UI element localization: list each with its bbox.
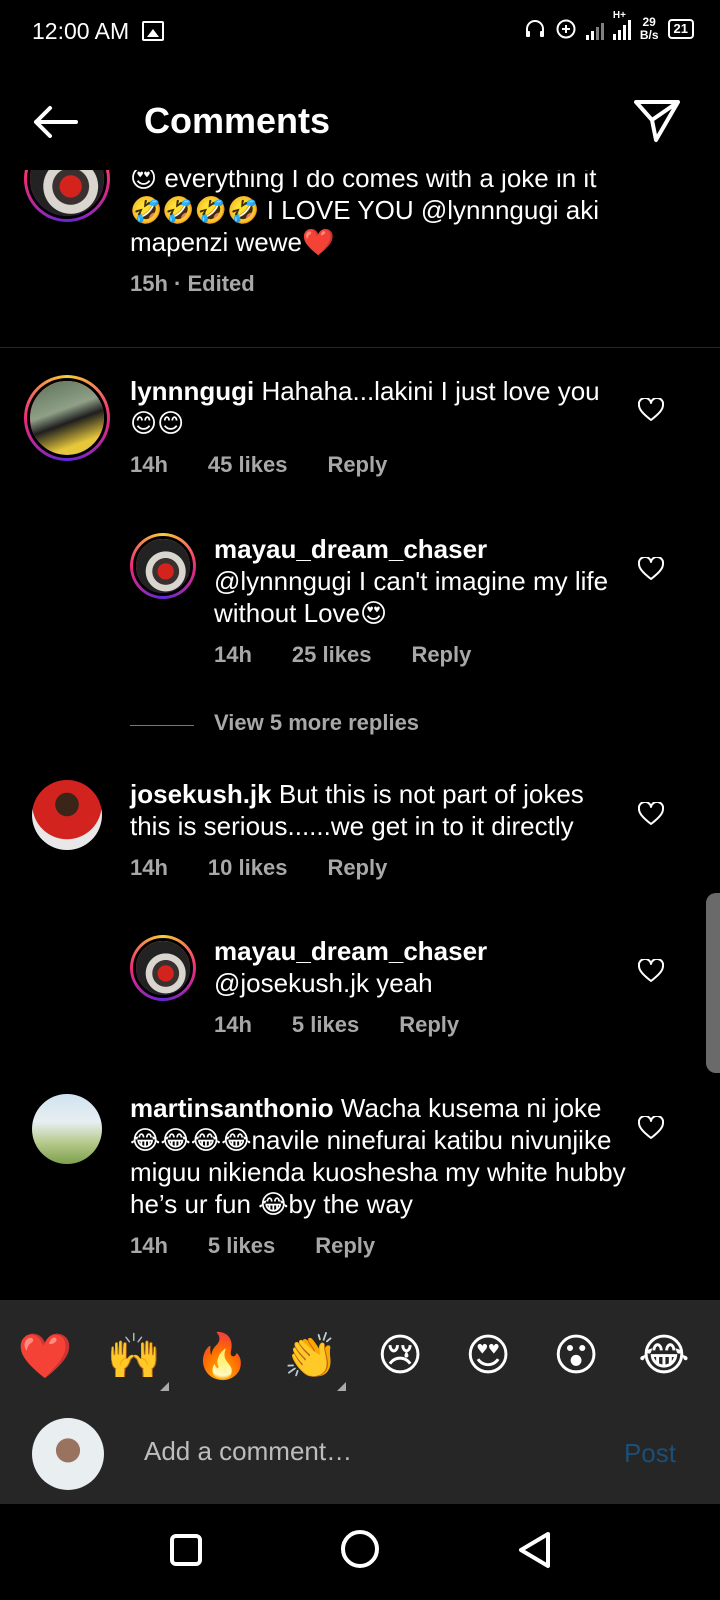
avatar[interactable] [130,533,196,599]
reply-button[interactable]: Reply [315,1230,375,1262]
avatar[interactable] [32,1094,102,1164]
back-triangle-icon[interactable] [516,1530,552,1570]
reaction-laughing[interactable]: 😂 [634,1330,694,1381]
comment-username[interactable]: mayau_dream_chaser [214,935,630,967]
comment-body: mayau_dream_chaser I love this journey 😍… [130,170,630,300]
status-icons: H+ 29 B/s 21 [524,10,694,42]
avatar[interactable] [130,935,196,1001]
comment-time: 15h [130,271,168,296]
comment-meta: 14h 25 likes Reply [214,639,630,671]
post-button[interactable]: Post [624,1438,676,1469]
comment-body: lynnngugi Hahaha...lakini I just love yo… [130,375,630,481]
thread-line [130,725,194,726]
headphones-icon [525,20,544,37]
gallery-notification-icon [142,21,164,41]
reaction-raising-hands[interactable]: 🙌 [104,1330,164,1382]
scrollbar[interactable] [706,893,720,1073]
reaction-heart-eyes[interactable]: 😍 [458,1330,518,1381]
comment-meta: 14h 5 likes Reply [214,1009,630,1041]
comment-meta: 15h · Edited [130,271,255,296]
share-send-icon[interactable] [632,94,682,144]
reaction-clapping[interactable]: 👏 [281,1330,341,1382]
reaction-heart[interactable]: ❤️ [15,1330,75,1382]
like-heart-icon[interactable] [637,957,665,983]
comment-username[interactable]: lynnngugi [130,376,254,406]
reply-button[interactable]: Reply [399,1009,459,1041]
comment-time: 14h [214,1012,252,1037]
comment-username[interactable]: mayau_dream_chaser [214,533,630,565]
page-title: Comments [144,100,331,141]
wifi-signal-icon [585,18,604,40]
reaction-fire[interactable]: 🔥 [192,1330,252,1382]
status-bar: 12:00 AM H+ 29 B/s 21 [0,0,720,64]
comment-text: @josekush.jk yeah [214,968,433,998]
comment-composer: Add a comment… Post [0,1410,720,1504]
comment-meta: 14h 5 likes Reply [130,1230,630,1262]
comment-input[interactable]: Add a comment… [144,1436,352,1467]
reply-button[interactable]: Reply [327,449,387,481]
reply-button[interactable]: Reply [327,852,387,884]
recent-apps-button[interactable] [170,1534,202,1566]
data-saver-icon [556,19,576,39]
like-heart-icon[interactable] [637,555,665,581]
comment-meta: 14h 10 likes Reply [130,852,630,884]
like-heart-icon[interactable] [637,396,665,422]
likes-count[interactable]: 25 likes [292,639,372,671]
comment-time: 14h [130,452,168,477]
likes-count[interactable]: 5 likes [208,1230,275,1262]
speed-unit: B/s [639,28,659,42]
system-navigation-bar [0,1504,720,1600]
comment-body: mayau_dream_chaser @lynnngugi I can't im… [214,533,630,671]
comments-header: Comments [0,70,720,170]
avatar[interactable] [24,170,110,222]
battery-icon: 21 [667,19,694,39]
skin-tone-indicator [337,1382,346,1391]
reaction-surprised[interactable]: 😮 [546,1330,606,1381]
comment-body: mayau_dream_chaser @josekush.jk yeah 14h… [214,935,630,1041]
reply-button[interactable]: Reply [411,639,471,671]
edited-label: Edited [187,271,255,296]
like-heart-icon[interactable] [637,1114,665,1140]
cell-signal-icon: H+ [612,10,631,40]
comment-text: @lynnngugi I can't imagine my life witho… [214,566,609,628]
comment-username[interactable]: josekush.jk [130,779,272,809]
status-time: 12:00 AM [32,18,130,44]
comment-list[interactable]: mayau_dream_chaser I love this journey 😍… [0,170,720,1300]
view-more-replies-label[interactable]: View 5 more replies [214,710,419,736]
network-speed: 29 B/s [640,16,659,42]
current-user-avatar [32,1418,104,1490]
divider [0,347,720,348]
comment-time: 14h [130,855,168,880]
network-type: H+ [612,10,626,21]
comment-text: I love this journey 😍 everything I do co… [130,170,600,257]
like-heart-icon[interactable] [637,800,665,826]
likes-count[interactable]: 10 likes [208,852,288,884]
likes-count[interactable]: 45 likes [208,449,288,481]
comment-body: martinsanthonio Wacha kusema ni joke 😂😂😂… [130,1092,630,1262]
comment-body: josekush.jk But this is not part of joke… [130,778,630,884]
home-button[interactable] [341,1530,379,1568]
likes-count[interactable]: 5 likes [292,1009,359,1041]
comment-time: 14h [214,642,252,667]
skin-tone-indicator [160,1382,169,1391]
back-arrow-icon[interactable] [30,102,80,142]
reaction-crying[interactable]: 😢 [370,1330,430,1381]
comment-time: 14h [130,1233,168,1258]
comment-username[interactable]: martinsanthonio [130,1093,334,1123]
avatar[interactable] [24,375,110,461]
comment-meta: 14h 45 likes Reply [130,449,630,481]
avatar[interactable] [32,780,102,850]
quick-reactions-bar: ❤️ 🙌 🔥 👏 😢 😍 😮 😂 [0,1300,720,1410]
